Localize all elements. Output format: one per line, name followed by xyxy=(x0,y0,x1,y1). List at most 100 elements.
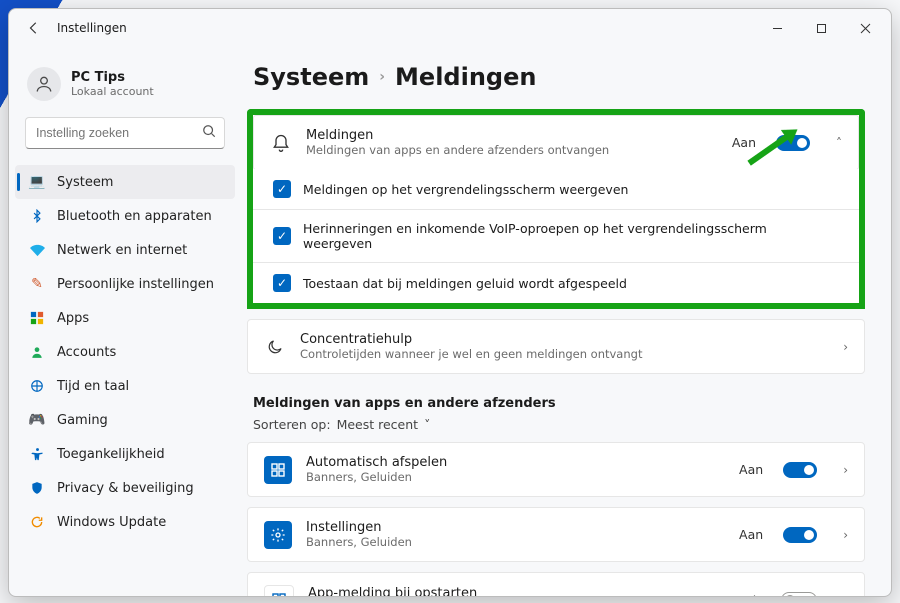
chevron-down-icon: ˅ xyxy=(424,417,430,432)
app-subtitle: Banners, Geluiden xyxy=(306,535,725,549)
user-block[interactable]: PC Tips Lokaal account xyxy=(15,57,235,107)
checkbox-icon: ✓ xyxy=(273,227,291,245)
main-content: Systeem › Meldingen Meldingen Meldingen … xyxy=(241,47,891,596)
settings-icon xyxy=(264,521,292,549)
app-state: Aan xyxy=(739,462,763,477)
gaming-icon: 🎮 xyxy=(29,412,45,428)
sidebar-item-system[interactable]: 💻 Systeem xyxy=(15,165,235,199)
sidebar-item-accessibility[interactable]: Toegankelijkheid xyxy=(15,437,235,471)
sidebar-item-label: Netwerk en internet xyxy=(57,243,187,258)
close-button[interactable] xyxy=(843,9,887,47)
sidebar: PC Tips Lokaal account 💻 Systeem Bluetoo… xyxy=(9,47,241,596)
sidebar-item-label: Privacy & beveiliging xyxy=(57,481,194,496)
sidebar-item-label: Apps xyxy=(57,311,89,326)
apps-section-heading: Meldingen van apps en andere afzenders xyxy=(253,396,865,411)
search-input[interactable] xyxy=(34,125,202,141)
chevron-right-icon: › xyxy=(843,528,848,542)
wifi-icon xyxy=(29,242,45,258)
checkbox-icon: ✓ xyxy=(273,180,291,198)
focus-assist-card[interactable]: Concentratiehulp Controletijden wanneer … xyxy=(247,319,865,374)
avatar xyxy=(27,67,61,101)
breadcrumb: Systeem › Meldingen xyxy=(253,63,865,91)
bell-icon xyxy=(270,132,292,154)
sidebar-item-label: Systeem xyxy=(57,175,113,190)
moon-icon xyxy=(264,336,286,358)
sidebar-item-windows-update[interactable]: Windows Update xyxy=(15,505,235,539)
brush-icon: ✎ xyxy=(29,276,45,292)
focus-subtitle: Controletijden wanneer je wel en geen me… xyxy=(300,347,829,361)
autoplay-icon xyxy=(264,456,292,484)
check-label: Meldingen op het vergrendelingsscherm we… xyxy=(303,182,628,197)
search-box[interactable] xyxy=(25,117,225,149)
notifications-card: Meldingen Meldingen van apps en andere a… xyxy=(247,109,865,170)
system-icon: 💻 xyxy=(29,174,45,190)
update-icon xyxy=(29,514,45,530)
notifications-title: Meldingen xyxy=(306,128,718,143)
check-sound[interactable]: ✓ Toestaan dat bij meldingen geluid word… xyxy=(253,262,859,303)
titlebar: Instellingen xyxy=(9,9,891,47)
notification-options-group: ✓ Meldingen op het vergrendelingsscherm … xyxy=(247,169,865,309)
settings-window: Instellingen PC Tips Lokaal account xyxy=(8,8,892,597)
sidebar-item-label: Gaming xyxy=(57,413,108,428)
notifications-subtitle: Meldingen van apps en andere afzenders o… xyxy=(306,143,718,157)
minimize-button[interactable] xyxy=(755,9,799,47)
accessibility-icon xyxy=(29,446,45,462)
breadcrumb-current: Meldingen xyxy=(395,63,536,91)
globe-icon xyxy=(29,378,45,394)
app-toggle[interactable] xyxy=(783,462,817,478)
notifications-state: Aan xyxy=(732,135,756,150)
search-icon xyxy=(202,124,216,142)
check-lockscreen-notifications[interactable]: ✓ Meldingen op het vergrendelingsscherm … xyxy=(253,169,859,209)
notifications-toggle[interactable] xyxy=(776,135,810,151)
sidebar-item-label: Windows Update xyxy=(57,515,166,530)
app-state: Uit xyxy=(744,593,762,597)
focus-title: Concentratiehulp xyxy=(300,332,829,347)
check-label: Herinneringen en inkomende VoIP-oproepen… xyxy=(303,221,839,251)
startup-icon xyxy=(264,585,294,596)
app-subtitle: Banners, Geluiden xyxy=(306,470,725,484)
breadcrumb-parent[interactable]: Systeem xyxy=(253,63,369,91)
window-title: Instellingen xyxy=(57,21,127,35)
app-row-autoplay[interactable]: Automatisch afspelen Banners, Geluiden A… xyxy=(247,442,865,497)
check-label: Toestaan dat bij meldingen geluid wordt … xyxy=(303,276,627,291)
nav: 💻 Systeem Bluetooth en apparaten Netwerk… xyxy=(15,165,235,539)
sidebar-item-label: Persoonlijke instellingen xyxy=(57,277,214,292)
chevron-right-icon: › xyxy=(379,69,385,85)
notifications-toggle-row[interactable]: Meldingen Meldingen van apps en andere a… xyxy=(253,115,859,170)
app-toggle[interactable] xyxy=(783,527,817,543)
app-title: Instellingen xyxy=(306,520,725,535)
app-toggle[interactable] xyxy=(781,592,817,596)
chevron-right-icon: › xyxy=(843,463,848,477)
app-row-startup[interactable]: App-melding bij opstarten Uit Uit › xyxy=(247,572,865,596)
sidebar-item-gaming[interactable]: 🎮 Gaming xyxy=(15,403,235,437)
back-button[interactable] xyxy=(25,19,43,37)
sidebar-item-label: Tijd en taal xyxy=(57,379,129,394)
chevron-right-icon: › xyxy=(843,340,848,354)
sort-label: Sorteren op: xyxy=(253,417,331,432)
apps-icon xyxy=(29,310,45,326)
app-title: App-melding bij opstarten xyxy=(308,586,730,597)
maximize-button[interactable] xyxy=(799,9,843,47)
sort-dropdown[interactable]: Sorteren op: Meest recent ˅ xyxy=(253,417,865,432)
sidebar-item-apps[interactable]: Apps xyxy=(15,301,235,335)
sidebar-item-time-language[interactable]: Tijd en taal xyxy=(15,369,235,403)
check-reminders-voip[interactable]: ✓ Herinneringen en inkomende VoIP-oproep… xyxy=(253,209,859,262)
chevron-up-icon[interactable]: ˄ xyxy=(836,136,842,150)
sidebar-item-network[interactable]: Netwerk en internet xyxy=(15,233,235,267)
sidebar-item-accounts[interactable]: Accounts xyxy=(15,335,235,369)
app-row-settings[interactable]: Instellingen Banners, Geluiden Aan › xyxy=(247,507,865,562)
user-name: PC Tips xyxy=(71,70,154,85)
sidebar-item-label: Accounts xyxy=(57,345,116,360)
sidebar-item-label: Toegankelijkheid xyxy=(57,447,165,462)
user-subtitle: Lokaal account xyxy=(71,85,154,98)
sort-value: Meest recent xyxy=(337,417,419,432)
person-icon xyxy=(29,344,45,360)
app-state: Aan xyxy=(739,527,763,542)
sidebar-item-personalization[interactable]: ✎ Persoonlijke instellingen xyxy=(15,267,235,301)
sidebar-item-bluetooth[interactable]: Bluetooth en apparaten xyxy=(15,199,235,233)
shield-icon xyxy=(29,480,45,496)
chevron-right-icon: › xyxy=(843,593,848,596)
sidebar-item-privacy[interactable]: Privacy & beveiliging xyxy=(15,471,235,505)
app-title: Automatisch afspelen xyxy=(306,455,725,470)
bluetooth-icon xyxy=(29,208,45,224)
